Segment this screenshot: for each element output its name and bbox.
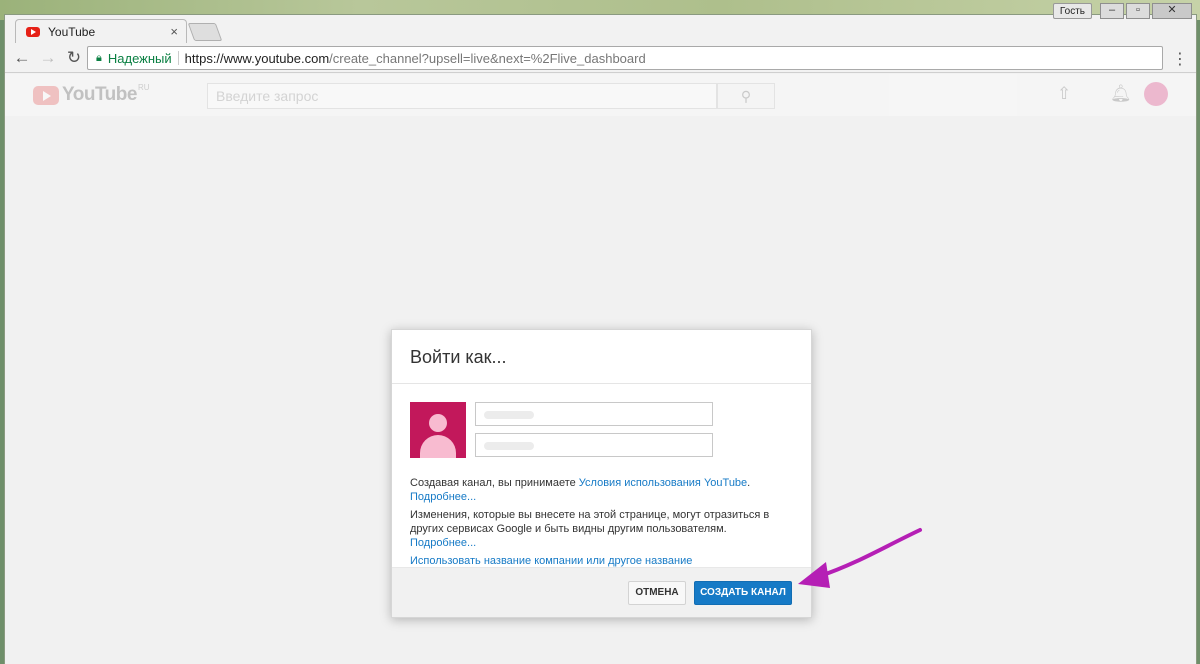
more-link-2[interactable]: Подробнее... [410, 537, 476, 549]
new-tab-button[interactable] [187, 23, 223, 41]
create-channel-button[interactable]: СОЗДАТЬ КАНАЛ [694, 581, 792, 605]
last-name-field[interactable] [475, 433, 713, 457]
security-label: Надежный [107, 50, 172, 66]
dialog-footer: ОТМЕНА СОЗДАТЬ КАНАЛ [392, 567, 811, 617]
window-controls: Гость – ▫ ✕ [1052, 3, 1192, 19]
maximize-button[interactable]: ▫ [1126, 3, 1150, 19]
search-icon: ⚲ [740, 88, 752, 104]
tab-close-icon[interactable]: × [170, 24, 178, 39]
avatar[interactable] [1144, 82, 1168, 106]
browser-window: YouTube × Гость – ▫ ✕ ← → ↻ 🔒︎ Надежный … [4, 3, 1197, 664]
dialog-title: Войти как... [392, 330, 811, 384]
changes-text: Изменения, которые вы внесете на этой ст… [410, 509, 770, 535]
blurred-value [484, 410, 534, 419]
upload-icon[interactable]: ⇧ [1057, 84, 1071, 104]
annotation-arrow-icon [798, 528, 922, 588]
logo-text: YouTube [62, 84, 137, 105]
cancel-button[interactable]: ОТМЕНА [628, 581, 686, 605]
address-bar[interactable]: 🔒︎ Надежный https://www.youtube.com /cre… [87, 46, 1163, 70]
blurred-value [484, 441, 534, 450]
search-input[interactable]: Введите запрос [207, 83, 717, 109]
tab-youtube[interactable]: YouTube × [15, 19, 187, 43]
url-host: https://www.youtube.com [184, 50, 330, 66]
channel-avatar [410, 402, 466, 458]
youtube-header: YouTube RU Введите запрос ⚲ ⇧ 🔔︎ [5, 74, 1196, 116]
youtube-play-icon [33, 85, 59, 105]
separator [177, 51, 179, 65]
arrow-right-icon[interactable]: → [35, 48, 61, 68]
youtube-logo[interactable]: YouTube RU [33, 82, 150, 106]
reload-icon[interactable]: ↻ [61, 48, 87, 68]
search-button[interactable]: ⚲ [717, 83, 775, 109]
tab-strip: YouTube × Гость – ▫ ✕ [5, 3, 1196, 43]
arrow-left-icon[interactable]: ← [9, 48, 35, 68]
logo-region: RU [137, 82, 150, 92]
more-link[interactable]: Подробнее... [410, 491, 476, 503]
first-name-field[interactable] [475, 402, 713, 426]
terms-link[interactable]: Условия использования YouTube [579, 477, 747, 489]
profile-label[interactable]: Гость [1052, 3, 1092, 19]
person-head-icon [429, 414, 447, 432]
tab-title: YouTube [48, 24, 96, 39]
person-body-icon [420, 435, 456, 458]
page-viewport: YouTube RU Введите запрос ⚲ ⇧ 🔔︎ Войти к… [5, 74, 1196, 664]
dialog-body: Создавая канал, вы принимаете Условия ис… [392, 384, 811, 568]
use-business-name-link[interactable]: Использовать название компании или друго… [410, 555, 692, 567]
minimize-button[interactable]: – [1100, 3, 1124, 19]
youtube-favicon-icon [26, 26, 40, 37]
terms-suffix: . [747, 477, 751, 489]
close-window-button[interactable]: ✕ [1152, 3, 1192, 19]
url-path: /create_channel?upsell=live&next=%2Flive… [329, 50, 646, 66]
browser-toolbar: ← → ↻ 🔒︎ Надежный https://www.youtube.co… [5, 43, 1196, 73]
terms-prefix: Создавая канал, вы принимаете [410, 477, 579, 489]
create-channel-dialog: Войти как... Создавая канал, вы принимае… [391, 329, 812, 618]
bell-icon[interactable]: 🔔︎ [1110, 84, 1132, 104]
lock-icon: 🔒︎ [96, 51, 102, 64]
menu-dots-icon[interactable]: ⋮ [1172, 49, 1188, 69]
terms-text: Создавая канал, вы принимаете Условия ис… [410, 476, 793, 568]
